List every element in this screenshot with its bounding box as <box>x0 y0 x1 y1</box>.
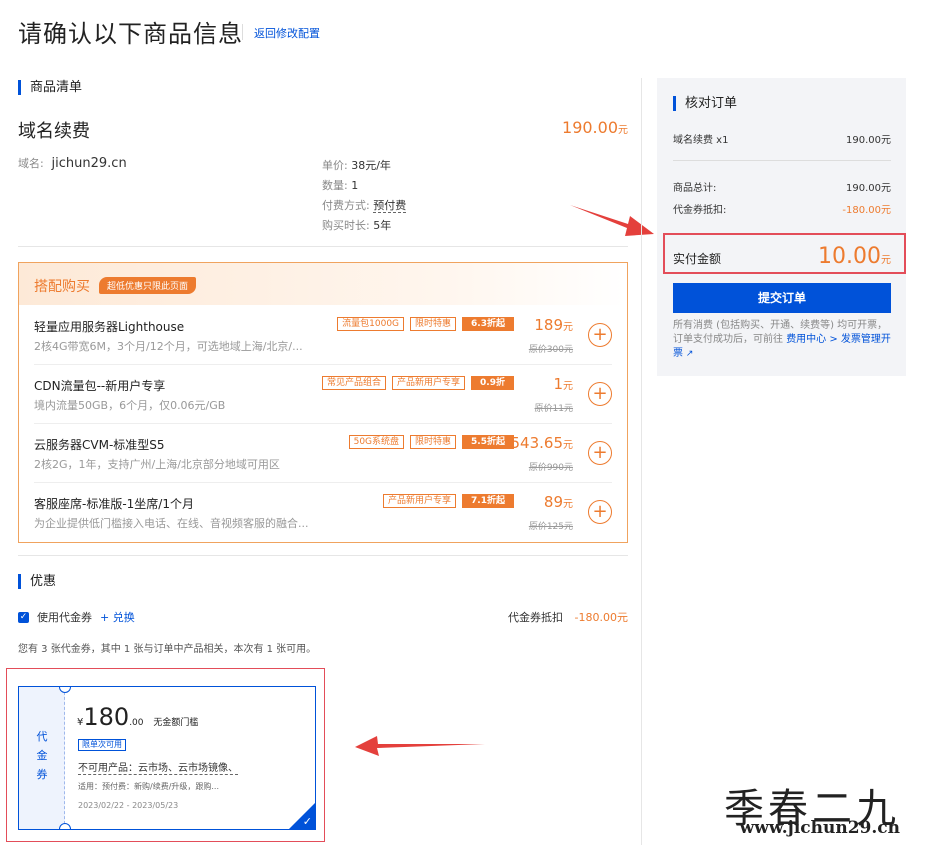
voucher-once-tag: 限单次可用 <box>78 739 126 751</box>
bundle-purchase-box: 搭配购买 超低优惠只限此页面 轻量应用服务器Lighthouse 2核4G带宽6… <box>18 262 628 543</box>
bundle-item-lighthouse: 轻量应用服务器Lighthouse 2核4G带宽6M，3个月/12个月，可选地域… <box>19 305 627 365</box>
arrow-left-icon <box>355 736 485 756</box>
use-voucher-checkbox[interactable]: ✓ <box>18 611 29 623</box>
item-original-price: 原价11元 <box>534 404 573 414</box>
domain-row: 域名: jichun29.cn <box>18 156 127 171</box>
voucher-scope: 适用：预付费：新购/续费/升级，跟购... <box>78 782 220 791</box>
divider <box>18 555 628 556</box>
summary-line-item: 域名续费 x1 <box>673 135 729 146</box>
discount-tag: 7.1折起 <box>462 494 514 508</box>
voucher-deduct-row: 代金券抵扣 -180.00元 <box>508 611 628 624</box>
item-tag: 产品新用户专享 <box>392 376 466 390</box>
exchange-voucher-link[interactable]: + 兑换 <box>100 609 135 625</box>
add-item-button[interactable]: + <box>588 323 612 347</box>
voucher-dates: 2023/02/22 - 2023/05/23 <box>78 801 179 810</box>
bundle-item-cdn: CDN流量包--新用户专享 境内流量50GB，6个月，仅0.06元/GB 常见产… <box>19 364 627 424</box>
bundle-item-cvm: 云服务器CVM-标准型S5 2核2G，1年，支持广州/上海/北京部分地域可用区 … <box>19 423 627 483</box>
title-separator <box>242 24 243 40</box>
bundle-header: 搭配购买 超低优惠只限此页面 <box>19 263 627 305</box>
column-divider <box>641 78 642 845</box>
use-voucher-label: 使用代金券 <box>37 611 92 624</box>
discount-tag: 5.5折起 <box>462 435 514 449</box>
use-voucher-row: ✓ 使用代金券 + 兑换 <box>18 609 135 625</box>
voucher-notch <box>59 687 71 693</box>
discount-tag: 6.3折起 <box>462 317 514 331</box>
item-tag: 50G系统盘 <box>348 435 405 449</box>
summary-heading: 核对订单 <box>673 96 737 111</box>
add-item-button[interactable]: + <box>588 441 612 465</box>
product-name: 域名续费 <box>18 121 90 142</box>
submit-order-button[interactable]: 提交订单 <box>673 283 891 313</box>
item-original-price: 原价990元 <box>528 463 573 473</box>
item-price: 1元 <box>553 375 573 393</box>
item-price: 543.65元 <box>510 434 574 452</box>
final-amount-label: 实付金额 <box>673 252 722 266</box>
voucher-card[interactable]: 代金券 ¥180.00 无金额门槛 限单次可用 不可用产品：云市场、云市场镜像、… <box>18 686 316 830</box>
item-tag: 常见产品组合 <box>322 376 387 390</box>
voucher-info-text: 您有 3 张代金券，其中 1 张与订单中产品相关，本次有 1 张可用。 <box>18 644 317 655</box>
item-original-price: 原价300元 <box>528 345 573 355</box>
external-link-icon: ↗ <box>683 349 694 359</box>
voucher-side-label: 代金券 <box>36 730 48 781</box>
divider <box>18 246 628 247</box>
item-price: 189元 <box>534 316 573 334</box>
item-tag: 产品新用户专享 <box>383 494 457 508</box>
item-tag: 限时特惠 <box>410 317 457 331</box>
invoice-note: 所有消费 (包括购买、开通、续费等) 均可开票，订单支付成功后，可前往 费用中心… <box>673 320 891 359</box>
product-details: 单价: 38元/年 数量: 1 付费方式: 预付费 购买时长: 5年 <box>322 159 407 232</box>
add-item-button[interactable]: + <box>588 382 612 406</box>
bundle-item-customer-service: 客服座席-标准版-1坐席/1个月 为企业提供低门槛接入电话、在线、音视频客服的融… <box>19 482 627 542</box>
summary-line-value: 190.00元 <box>846 135 891 146</box>
item-price: 89元 <box>543 493 573 511</box>
voucher-deduct-value: -180.00元 <box>842 205 891 216</box>
item-tag: 限时特惠 <box>410 435 457 449</box>
check-icon: ✓ <box>302 815 312 828</box>
bundle-promo-tag: 超低优惠只限此页面 <box>99 277 197 294</box>
voucher-notch <box>59 823 71 829</box>
add-item-button[interactable]: + <box>588 500 612 524</box>
voucher-excluded-products[interactable]: 不可用产品：云市场、云市场镜像、 <box>78 759 238 775</box>
divider <box>673 160 891 161</box>
product-price: 190.00元 <box>562 118 628 137</box>
item-tag: 流量包1000G <box>337 317 405 331</box>
payment-method-value[interactable]: 预付费 <box>373 199 407 213</box>
subtotal-label: 商品总计: <box>673 183 717 194</box>
product-list-heading: 商品清单 <box>18 80 82 95</box>
page-title: 请确认以下商品信息 <box>18 20 243 48</box>
discount-tag: 0.9折 <box>471 376 514 390</box>
discount-heading: 优惠 <box>18 574 56 589</box>
voucher-deduct-label: 代金券抵扣: <box>673 205 727 216</box>
arrow-right-icon <box>570 205 654 236</box>
item-original-price: 原价125元 <box>528 522 573 532</box>
subtotal-value: 190.00元 <box>846 183 891 194</box>
voucher-amount: ¥180.00 无金额门槛 <box>77 703 199 731</box>
back-to-config-link[interactable]: 返回修改配置 <box>254 25 320 41</box>
final-amount-value: 10.00元 <box>818 244 891 269</box>
bundle-title: 搭配购买 <box>34 279 90 295</box>
watermark-url: www.jichun29.cn <box>739 818 900 838</box>
